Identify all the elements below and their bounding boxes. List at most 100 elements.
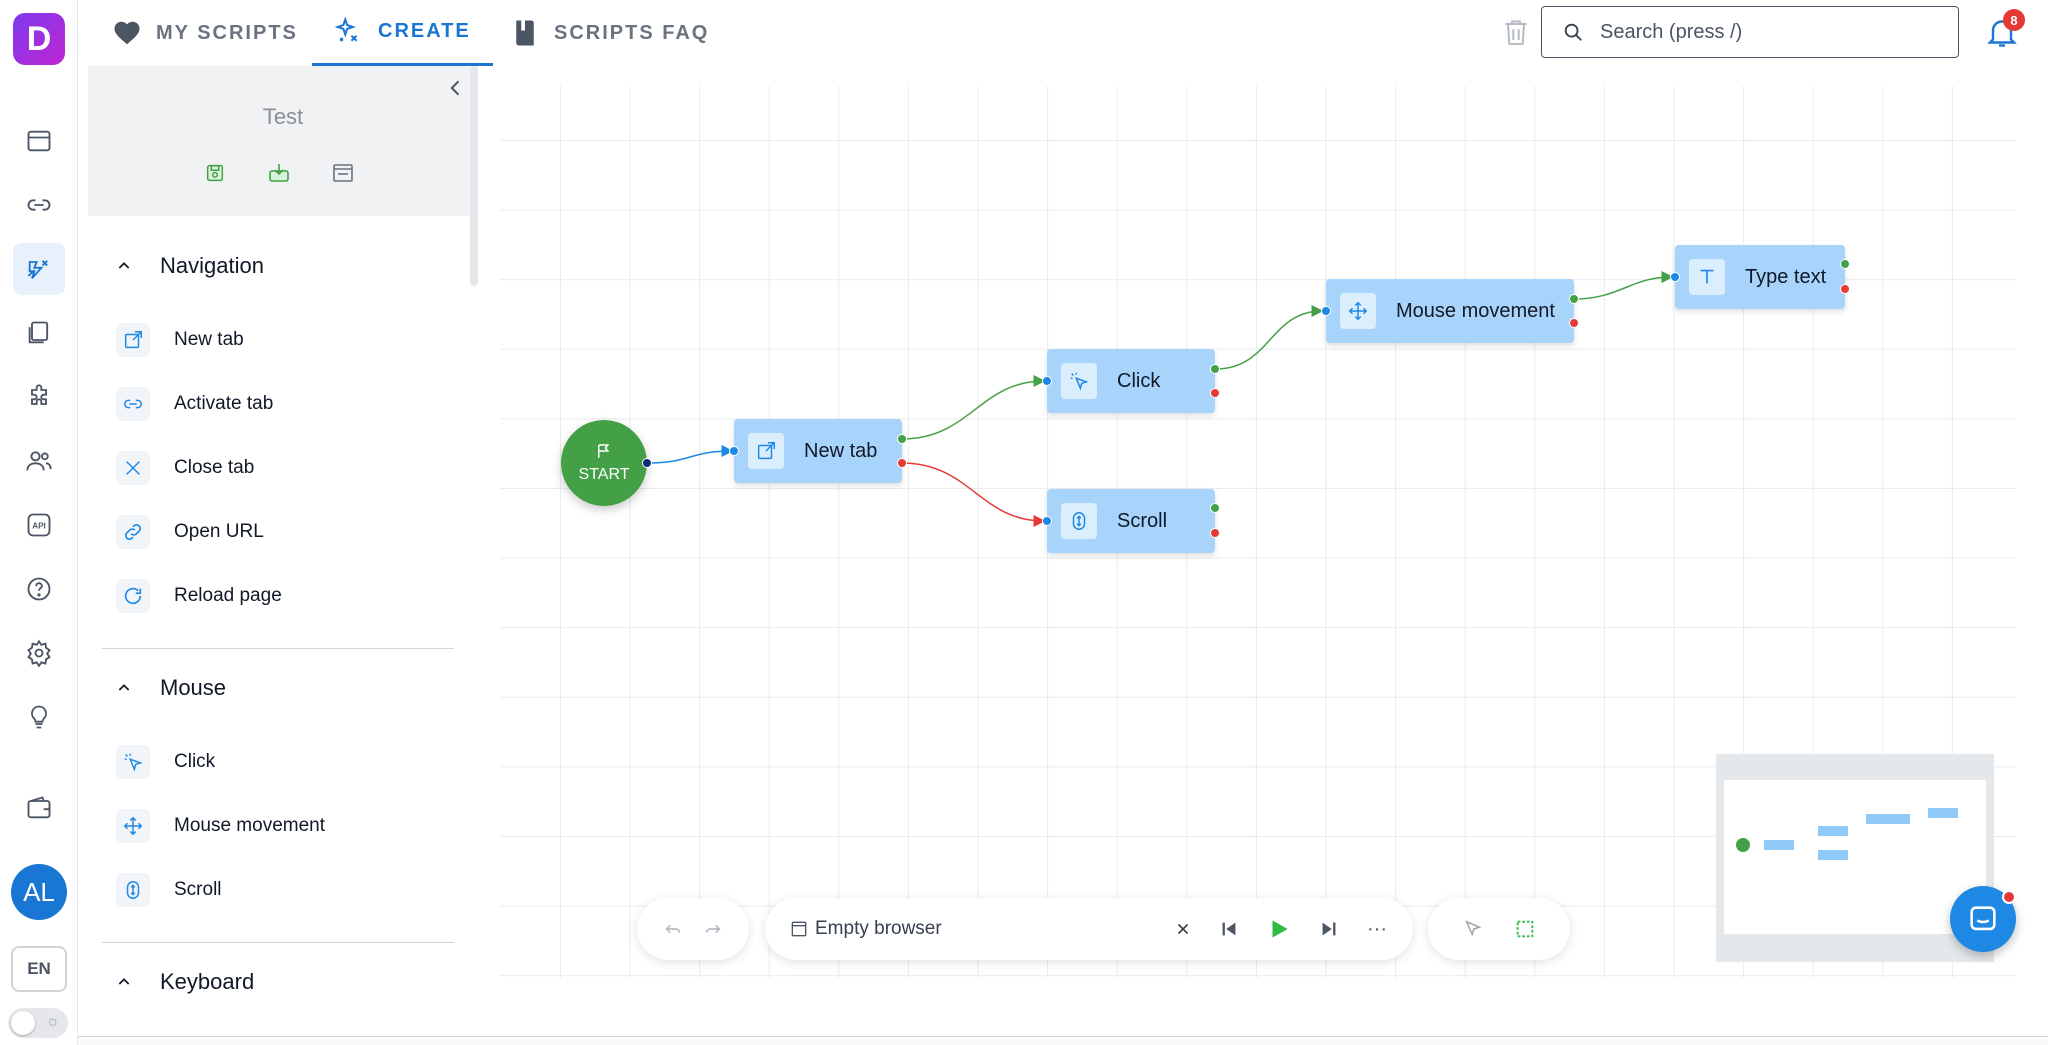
search-field[interactable]: Search (press /) [1541, 6, 1959, 58]
node-label: Click [1117, 369, 1161, 392]
language-button[interactable]: EN [11, 946, 67, 992]
success-port[interactable] [1569, 294, 1579, 304]
action-mouse-movement[interactable]: Mouse movement [116, 806, 325, 846]
node-mouse-movement[interactable]: Mouse movement [1326, 279, 1574, 343]
trash-icon[interactable] [1500, 16, 1532, 48]
scroll-icon [126, 881, 140, 899]
bottom-strip [78, 1036, 2048, 1045]
avatar[interactable]: AL [11, 864, 67, 920]
run-button[interactable] [1261, 911, 1297, 947]
book-icon [516, 20, 534, 46]
more-options-button[interactable]: ··· [1359, 911, 1395, 947]
skip-back-icon [1222, 922, 1236, 936]
play-icon [1272, 920, 1288, 938]
input-port[interactable] [1321, 306, 1331, 316]
theme-toggle[interactable]: ☼ [8, 1008, 68, 1038]
script-builder-icon[interactable] [13, 243, 65, 295]
success-port[interactable] [1840, 259, 1850, 269]
tab-scripts-faq[interactable]: SCRIPTS FAQ [510, 0, 709, 66]
lightbulb-icon[interactable] [13, 691, 65, 743]
failure-port[interactable] [1840, 284, 1850, 294]
chain-link-icon [124, 523, 142, 541]
minimap-node [1818, 826, 1848, 836]
link-icon[interactable] [13, 179, 65, 231]
tab-label: SCRIPTS FAQ [554, 21, 710, 44]
cursor-icon [1465, 920, 1482, 937]
pointer-tool-button[interactable] [1455, 911, 1491, 947]
save-as-button[interactable] [264, 158, 294, 188]
redo-icon [705, 924, 721, 934]
success-port[interactable] [1210, 503, 1220, 513]
action-close-tab[interactable]: Close tab [116, 448, 254, 488]
node-scroll[interactable]: Scroll [1047, 489, 1215, 553]
icon-rail: D API AL EN ☼ [0, 0, 78, 1045]
help-icon[interactable] [13, 563, 65, 615]
action-activate-tab[interactable]: Activate tab [116, 384, 273, 424]
input-port[interactable] [729, 446, 739, 456]
search-input[interactable]: Search (press /) [1600, 21, 1742, 44]
minimap-node [1866, 814, 1910, 824]
extensions-icon[interactable] [13, 371, 65, 423]
save-button[interactable] [200, 158, 230, 188]
browser-window-icon[interactable] [13, 115, 65, 167]
node-new-tab[interactable]: New tab [734, 419, 902, 483]
start-node[interactable]: START [561, 420, 647, 506]
script-name[interactable]: Test [88, 104, 478, 130]
app-logo[interactable]: D [13, 13, 65, 65]
node-click[interactable]: Click [1047, 349, 1215, 413]
wallet-icon[interactable] [13, 782, 65, 834]
section-navigation[interactable]: Navigation [116, 246, 264, 286]
section-title: Mouse [160, 675, 227, 700]
collapse-panel-button[interactable] [440, 72, 472, 104]
step-back-button[interactable] [1211, 911, 1247, 947]
node-type-text[interactable]: Type text [1675, 245, 1845, 309]
undo-icon [665, 924, 681, 934]
script-details-button[interactable] [328, 158, 358, 188]
success-port[interactable] [897, 434, 907, 444]
action-click[interactable]: Click [116, 742, 215, 782]
failure-port[interactable] [1569, 318, 1579, 328]
start-output-port[interactable] [642, 458, 652, 468]
section-mouse[interactable]: Mouse [116, 668, 226, 708]
action-new-tab[interactable]: New tab [116, 320, 244, 360]
panel-scrollbar[interactable] [470, 66, 478, 286]
minimap-viewport [1724, 780, 1986, 934]
node-label: Mouse movement [1396, 299, 1555, 322]
action-scroll[interactable]: Scroll [116, 870, 222, 910]
tab-create[interactable]: CREATE [312, 0, 493, 66]
browser-selector[interactable]: Empty browser [815, 918, 1165, 940]
settings-icon[interactable] [13, 627, 65, 679]
success-port[interactable] [1210, 364, 1220, 374]
input-port[interactable] [1042, 376, 1052, 386]
search-icon [1564, 23, 1582, 41]
input-port[interactable] [1042, 516, 1052, 526]
action-reload-page[interactable]: Reload page [116, 576, 282, 616]
action-label: Reload page [174, 585, 282, 606]
node-label: Type text [1745, 265, 1827, 288]
failure-port[interactable] [1210, 388, 1220, 398]
failure-port[interactable] [897, 458, 907, 468]
minimap-node [1764, 840, 1794, 850]
script-header: Test [88, 66, 478, 216]
bookmarks-icon[interactable] [13, 307, 65, 359]
tab-my-scripts[interactable]: MY SCRIPTS [112, 0, 298, 66]
minimap-node [1928, 808, 1958, 818]
team-icon[interactable] [13, 435, 65, 487]
undo-button[interactable] [655, 911, 691, 947]
redo-button[interactable] [695, 911, 731, 947]
action-label: Activate tab [174, 393, 274, 414]
box-select-tool-button[interactable] [1507, 911, 1543, 947]
clear-browser-button[interactable] [1165, 911, 1201, 947]
failure-port[interactable] [1210, 528, 1220, 538]
browser-profile-icon [791, 921, 807, 937]
section-keyboard[interactable]: Keyboard [116, 962, 254, 1002]
actions-panel: Test Navigation New tab Activate tab Clo… [88, 66, 478, 1006]
step-forward-button[interactable] [1311, 911, 1347, 947]
input-port[interactable] [1670, 272, 1680, 282]
action-open-url[interactable]: Open URL [116, 512, 264, 552]
close-icon [126, 461, 140, 475]
api-icon[interactable]: API [13, 499, 65, 551]
download-tray-icon [269, 164, 289, 182]
minimap-node [1818, 850, 1848, 860]
top-bar: MY SCRIPTS CREATE SCRIPTS FAQ Search (pr… [78, 0, 2048, 66]
